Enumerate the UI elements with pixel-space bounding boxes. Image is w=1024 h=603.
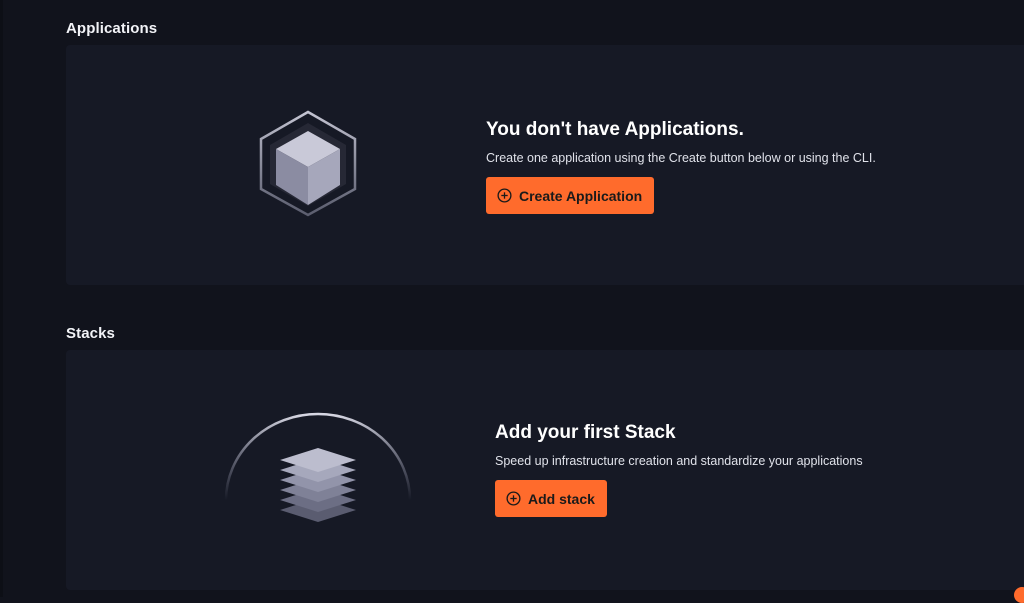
stacks-section-title: Stacks [66, 325, 115, 342]
create-application-button[interactable]: Create Application [486, 177, 655, 214]
stacks-empty-heading: Add your first Stack [495, 422, 676, 443]
applications-empty-panel: You don't have Applications. Create one … [66, 45, 1024, 285]
applications-section-title: Applications [66, 20, 158, 37]
cube-icon [256, 109, 360, 222]
add-stack-label: Add stack [528, 490, 595, 507]
stacks-empty-state: Add your first Stack Speed up infrastruc… [495, 422, 863, 517]
create-application-label: Create Application [519, 187, 643, 204]
floating-action-dot[interactable] [1014, 587, 1024, 603]
applications-empty-state: You don't have Applications. Create one … [486, 119, 876, 214]
plus-circle-icon [497, 188, 512, 203]
stacked-layers-icon [220, 412, 416, 529]
left-edge-strip [0, 0, 3, 597]
applications-empty-heading: You don't have Applications. [486, 119, 744, 140]
add-stack-button[interactable]: Add stack [495, 480, 607, 517]
stacks-empty-panel: Add your first Stack Speed up infrastruc… [66, 350, 1024, 590]
stacks-empty-description: Speed up infrastructure creation and sta… [495, 454, 863, 468]
applications-empty-description: Create one application using the Create … [486, 151, 876, 165]
plus-circle-icon [506, 491, 521, 506]
